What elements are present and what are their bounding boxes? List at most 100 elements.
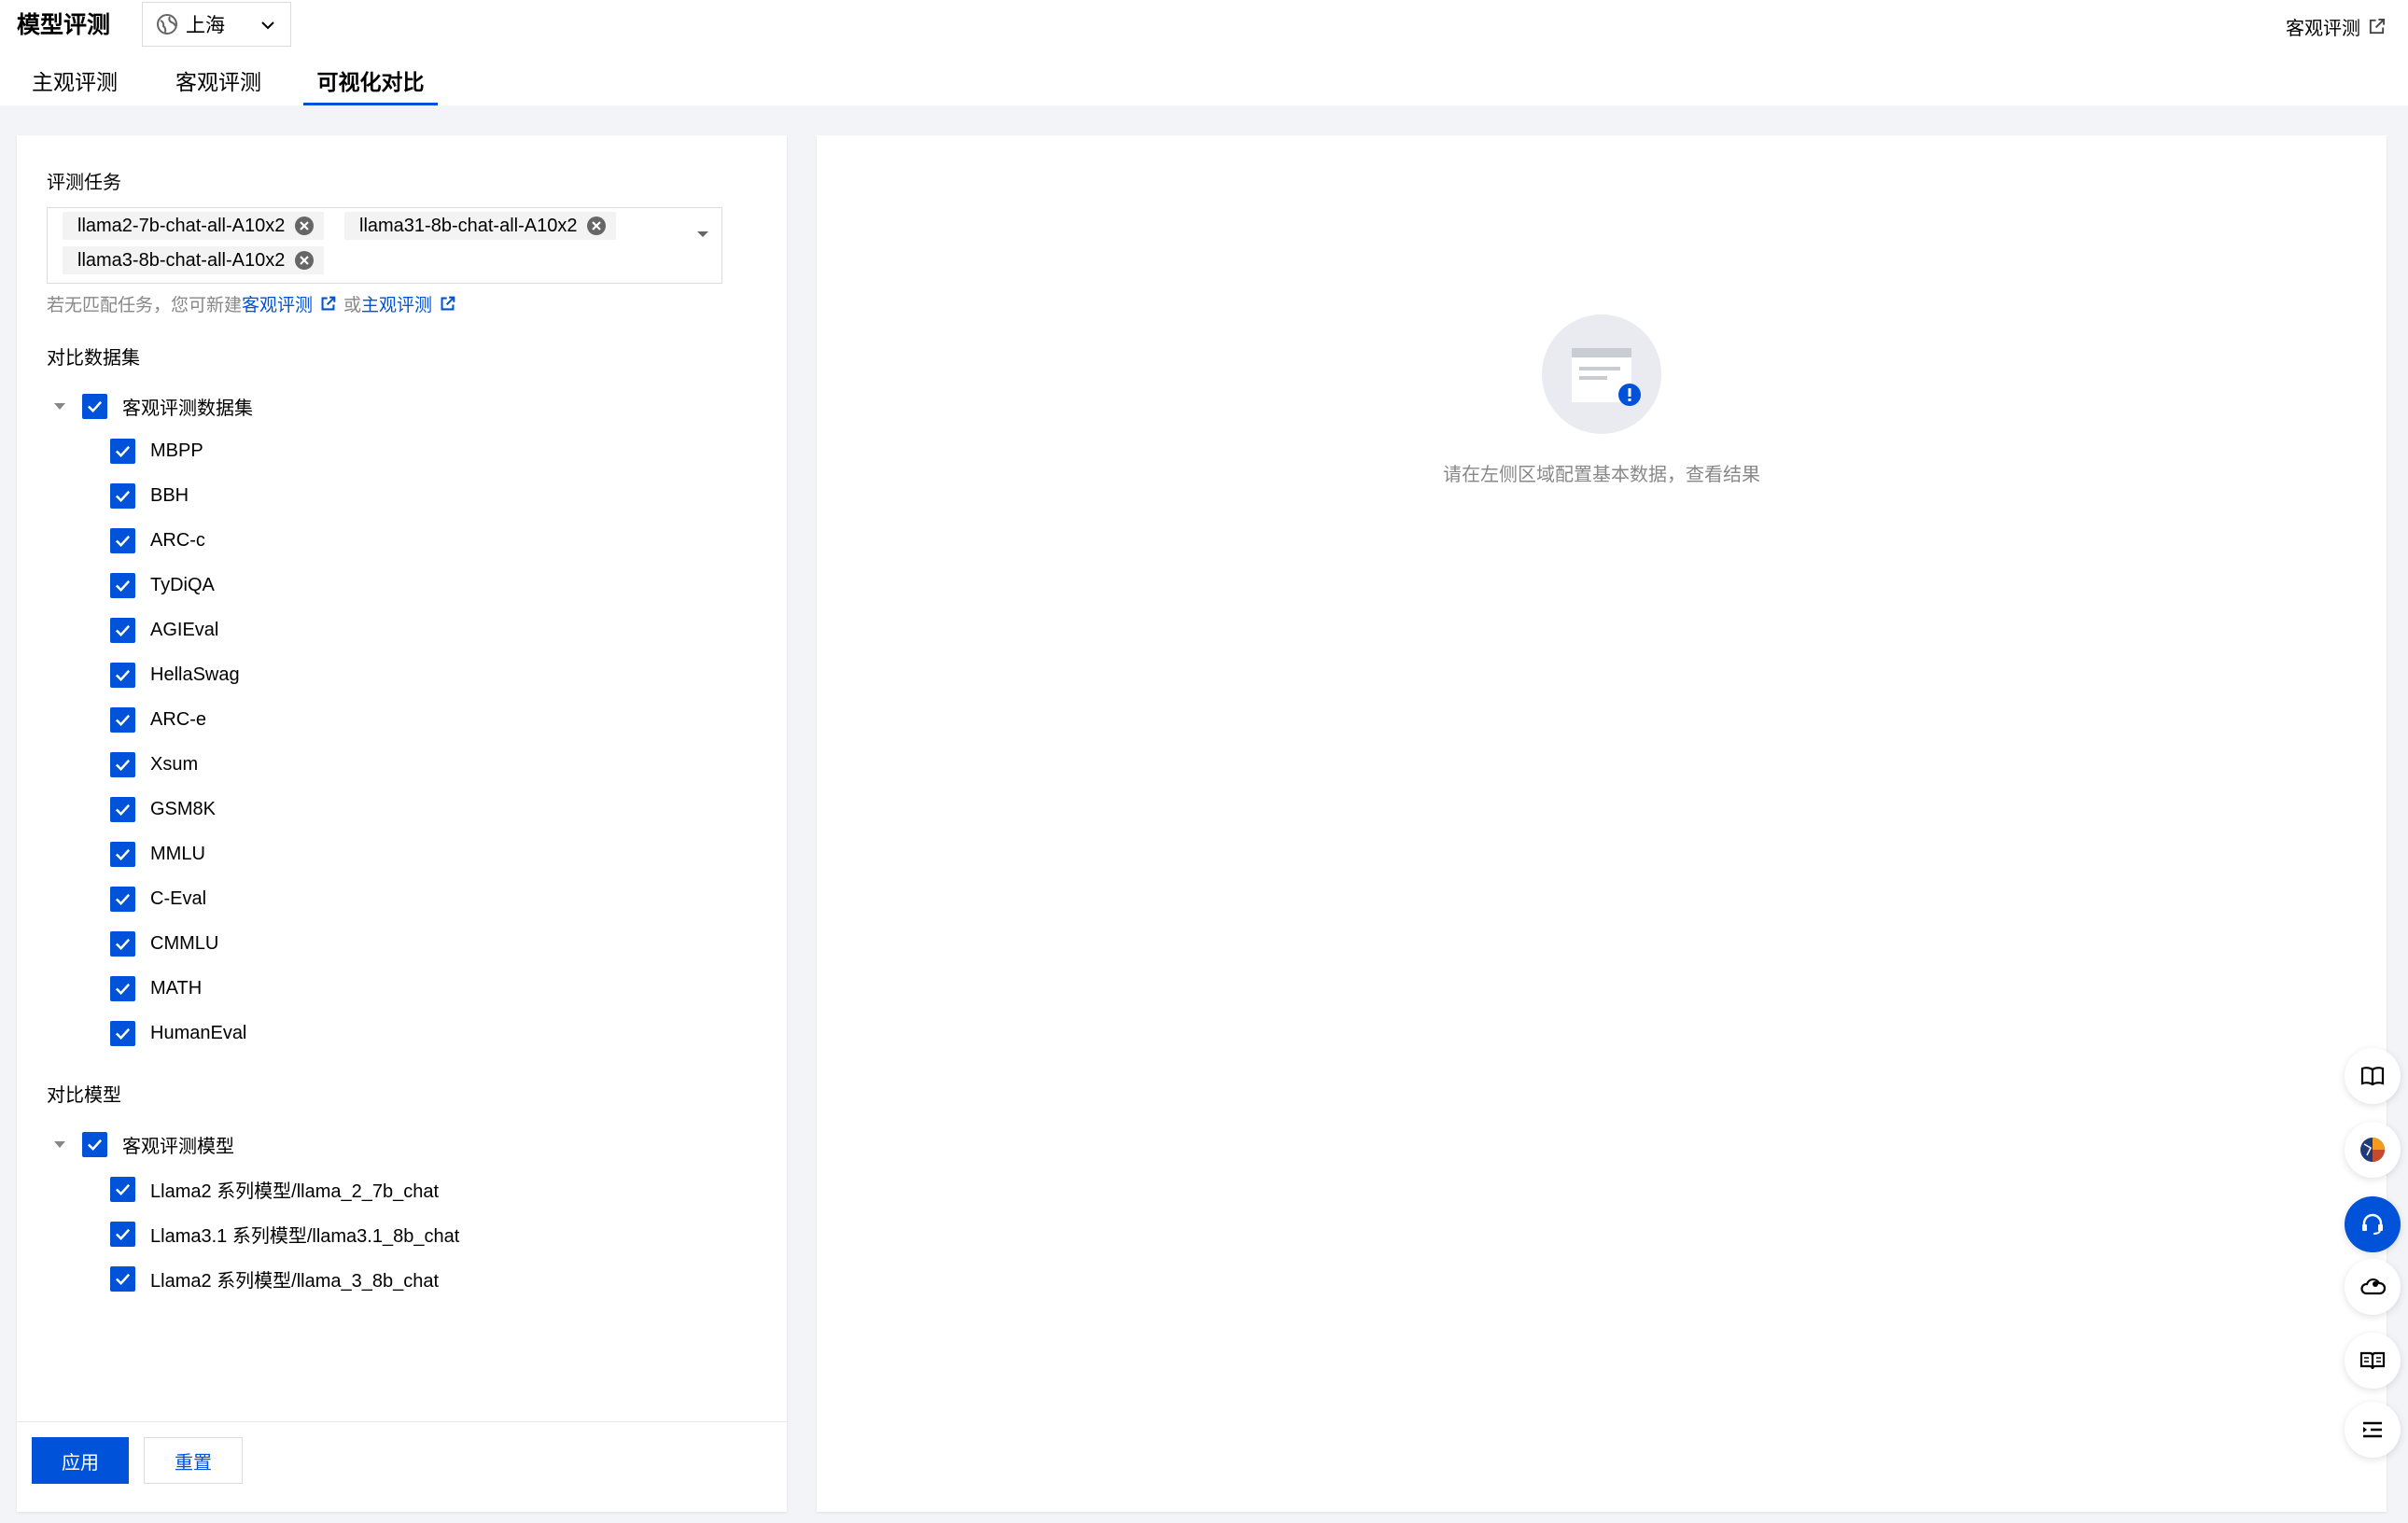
- dataset-item-label: TyDiQA: [150, 574, 215, 595]
- check-icon: [87, 1139, 103, 1151]
- dataset-item-checkbox[interactable]: [110, 886, 135, 912]
- check-icon: [115, 624, 131, 636]
- task-tag-label: llama3-8b-chat-all-A10x2: [77, 249, 286, 271]
- model-item: Llama3.1 系列模型/llama3.1_8b_chat: [110, 1220, 459, 1248]
- model-group-row: 客观评测模型: [50, 1130, 234, 1158]
- dataset-item-checkbox[interactable]: [110, 572, 135, 598]
- dataset-group-checkbox[interactable]: [82, 393, 107, 419]
- reset-button[interactable]: 重置: [144, 1437, 243, 1484]
- close-icon[interactable]: [586, 216, 607, 236]
- dataset-item-checkbox[interactable]: [110, 482, 135, 509]
- dataset-item-checkbox[interactable]: [110, 751, 135, 777]
- close-icon[interactable]: [294, 216, 315, 236]
- dataset-item-checkbox[interactable]: [110, 662, 135, 688]
- external-link-icon: [321, 296, 336, 311]
- model-group-checkbox[interactable]: [82, 1131, 107, 1157]
- tab-subjective-eval[interactable]: 主观评测: [32, 65, 118, 105]
- rail-support-button[interactable]: [2345, 1196, 2401, 1252]
- empty-document-icon: [1542, 314, 1661, 434]
- dataset-item-checkbox[interactable]: [110, 706, 135, 733]
- dataset-item: TyDiQA: [110, 571, 215, 599]
- page-title: 模型评测: [17, 12, 111, 38]
- dataset-group-row: 客观评测数据集: [50, 392, 253, 420]
- dataset-group-label: 客观评测数据集: [122, 398, 253, 419]
- rail-outline-button[interactable]: [2345, 1402, 2401, 1458]
- check-icon: [115, 759, 131, 771]
- dataset-item-label: MMLU: [150, 843, 205, 864]
- close-icon[interactable]: [294, 250, 315, 271]
- rail-guide-button[interactable]: [2345, 1048, 2401, 1104]
- check-icon: [115, 938, 131, 950]
- dataset-item: HellaSwag: [110, 661, 240, 689]
- caret-down-icon[interactable]: [50, 397, 69, 415]
- dataset-item-label: C-Eval: [150, 887, 207, 909]
- rail-docs-button[interactable]: [2345, 1333, 2401, 1389]
- apply-button[interactable]: 应用: [32, 1437, 129, 1484]
- objective-eval-link-label: 客观评测: [2286, 19, 2360, 39]
- empty-state-text: 请在左侧区域配置基本数据，查看结果: [1443, 465, 1760, 485]
- model-item-checkbox[interactable]: [110, 1176, 135, 1202]
- model-item-label: Llama2 系列模型/llama_3_8b_chat: [150, 1270, 440, 1292]
- dataset-item: MMLU: [110, 840, 205, 868]
- dataset-item-checkbox[interactable]: [110, 617, 135, 643]
- dataset-item-label: ARC-c: [150, 529, 205, 551]
- model-item-checkbox[interactable]: [110, 1265, 135, 1292]
- dataset-item: ARC-e: [110, 706, 206, 734]
- check-icon: [115, 1228, 131, 1240]
- model-item-checkbox[interactable]: [110, 1221, 135, 1247]
- config-panel: 评测任务 llama2-7b-chat-all-A10x2 llama31-8b…: [17, 135, 787, 1512]
- model-item-label: Llama3.1 系列模型/llama3.1_8b_chat: [150, 1225, 460, 1247]
- dataset-item-checkbox[interactable]: [110, 1020, 135, 1046]
- objective-eval-link[interactable]: 客观评测: [2286, 13, 2386, 40]
- caret-down-icon[interactable]: [50, 1135, 69, 1153]
- task-multiselect[interactable]: llama2-7b-chat-all-A10x2 llama31-8b-chat…: [47, 207, 722, 284]
- tab-visual-compare[interactable]: 可视化对比: [303, 65, 438, 105]
- dataset-item-checkbox[interactable]: [110, 841, 135, 867]
- dataset-item-checkbox[interactable]: [110, 527, 135, 553]
- model-item: Llama2 系列模型/llama_3_8b_chat: [110, 1265, 439, 1292]
- model-group-label: 客观评测模型: [122, 1136, 234, 1157]
- check-icon: [115, 1027, 131, 1040]
- dataset-item-checkbox[interactable]: [110, 796, 135, 822]
- new-objective-eval-link-label: 客观评测: [242, 296, 314, 315]
- check-icon: [115, 535, 131, 547]
- dataset-item-checkbox[interactable]: [110, 975, 135, 1001]
- region-select[interactable]: 上海: [142, 2, 291, 47]
- dataset-item-checkbox[interactable]: [110, 438, 135, 464]
- dataset-item: MBPP: [110, 437, 203, 465]
- check-icon: [115, 580, 131, 592]
- dataset-item-label: HellaSwag: [150, 664, 240, 685]
- globe-icon: [157, 14, 177, 35]
- check-icon: [115, 445, 131, 457]
- check-icon: [115, 490, 131, 502]
- check-icon: [115, 1183, 131, 1195]
- rail-cloud-button[interactable]: [2345, 1259, 2401, 1315]
- new-objective-eval-link[interactable]: 客观评测: [242, 291, 343, 316]
- book-open-icon: [2360, 1067, 2385, 1086]
- model-item: Llama2 系列模型/llama_2_7b_chat: [110, 1175, 439, 1203]
- task-tag: llama2-7b-chat-all-A10x2: [63, 212, 325, 240]
- list-indent-icon: [2363, 1421, 2382, 1438]
- hint-middle: 或: [343, 296, 362, 315]
- rail-app-button[interactable]: [2345, 1122, 2401, 1178]
- check-icon: [115, 1273, 131, 1285]
- task-tag: llama3-8b-chat-all-A10x2: [63, 246, 325, 274]
- dataset-item: GSM8K: [110, 795, 216, 823]
- dataset-item-label: MBPP: [150, 440, 203, 461]
- caret-down-icon[interactable]: [695, 227, 710, 242]
- task-tag: llama31-8b-chat-all-A10x2: [344, 212, 617, 240]
- dataset-item-label: AGIEval: [150, 619, 219, 640]
- footer-divider: [17, 1421, 787, 1422]
- dataset-item: ARC-c: [110, 526, 205, 554]
- dataset-item-label: BBH: [150, 484, 189, 506]
- new-subjective-eval-link-label: 主观评测: [361, 296, 433, 315]
- tab-objective-eval[interactable]: 客观评测: [175, 65, 261, 105]
- check-icon: [115, 893, 131, 905]
- dataset-item-checkbox[interactable]: [110, 930, 135, 957]
- check-icon: [115, 848, 131, 860]
- dataset-section-label: 对比数据集: [47, 348, 140, 369]
- dataset-item: Xsum: [110, 750, 198, 778]
- dataset-item-label: GSM8K: [150, 798, 217, 819]
- new-subjective-eval-link[interactable]: 主观评测: [361, 291, 463, 316]
- model-item-label: Llama2 系列模型/llama_2_7b_chat: [150, 1181, 440, 1202]
